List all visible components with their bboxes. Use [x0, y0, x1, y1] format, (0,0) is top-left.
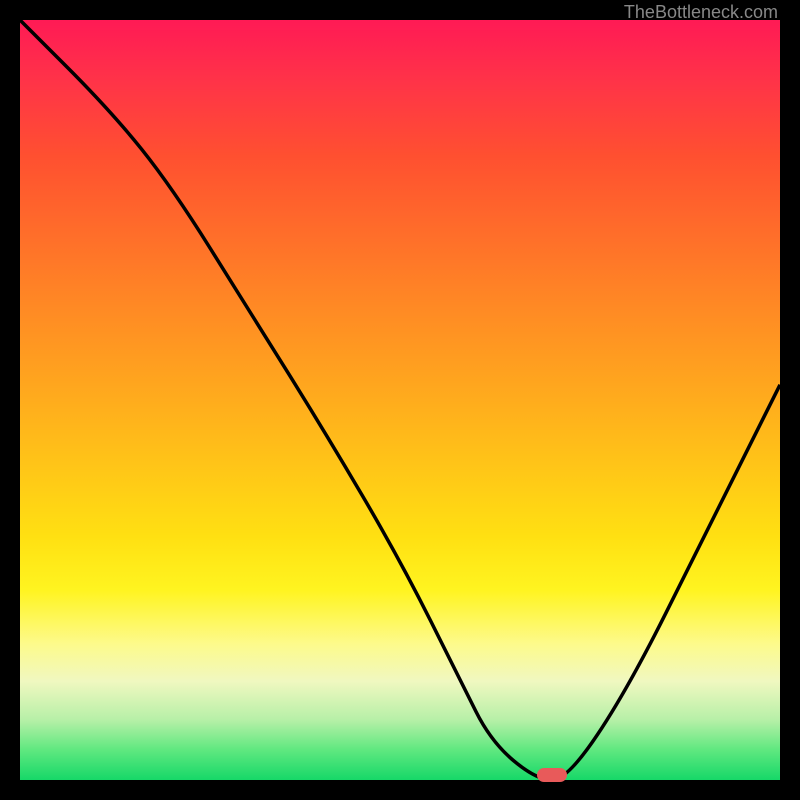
bottleneck-curve — [20, 20, 780, 780]
optimum-marker — [537, 768, 567, 782]
attribution-label: TheBottleneck.com — [624, 2, 778, 23]
chart-container: TheBottleneck.com — [0, 0, 800, 800]
curve-svg — [20, 20, 780, 780]
